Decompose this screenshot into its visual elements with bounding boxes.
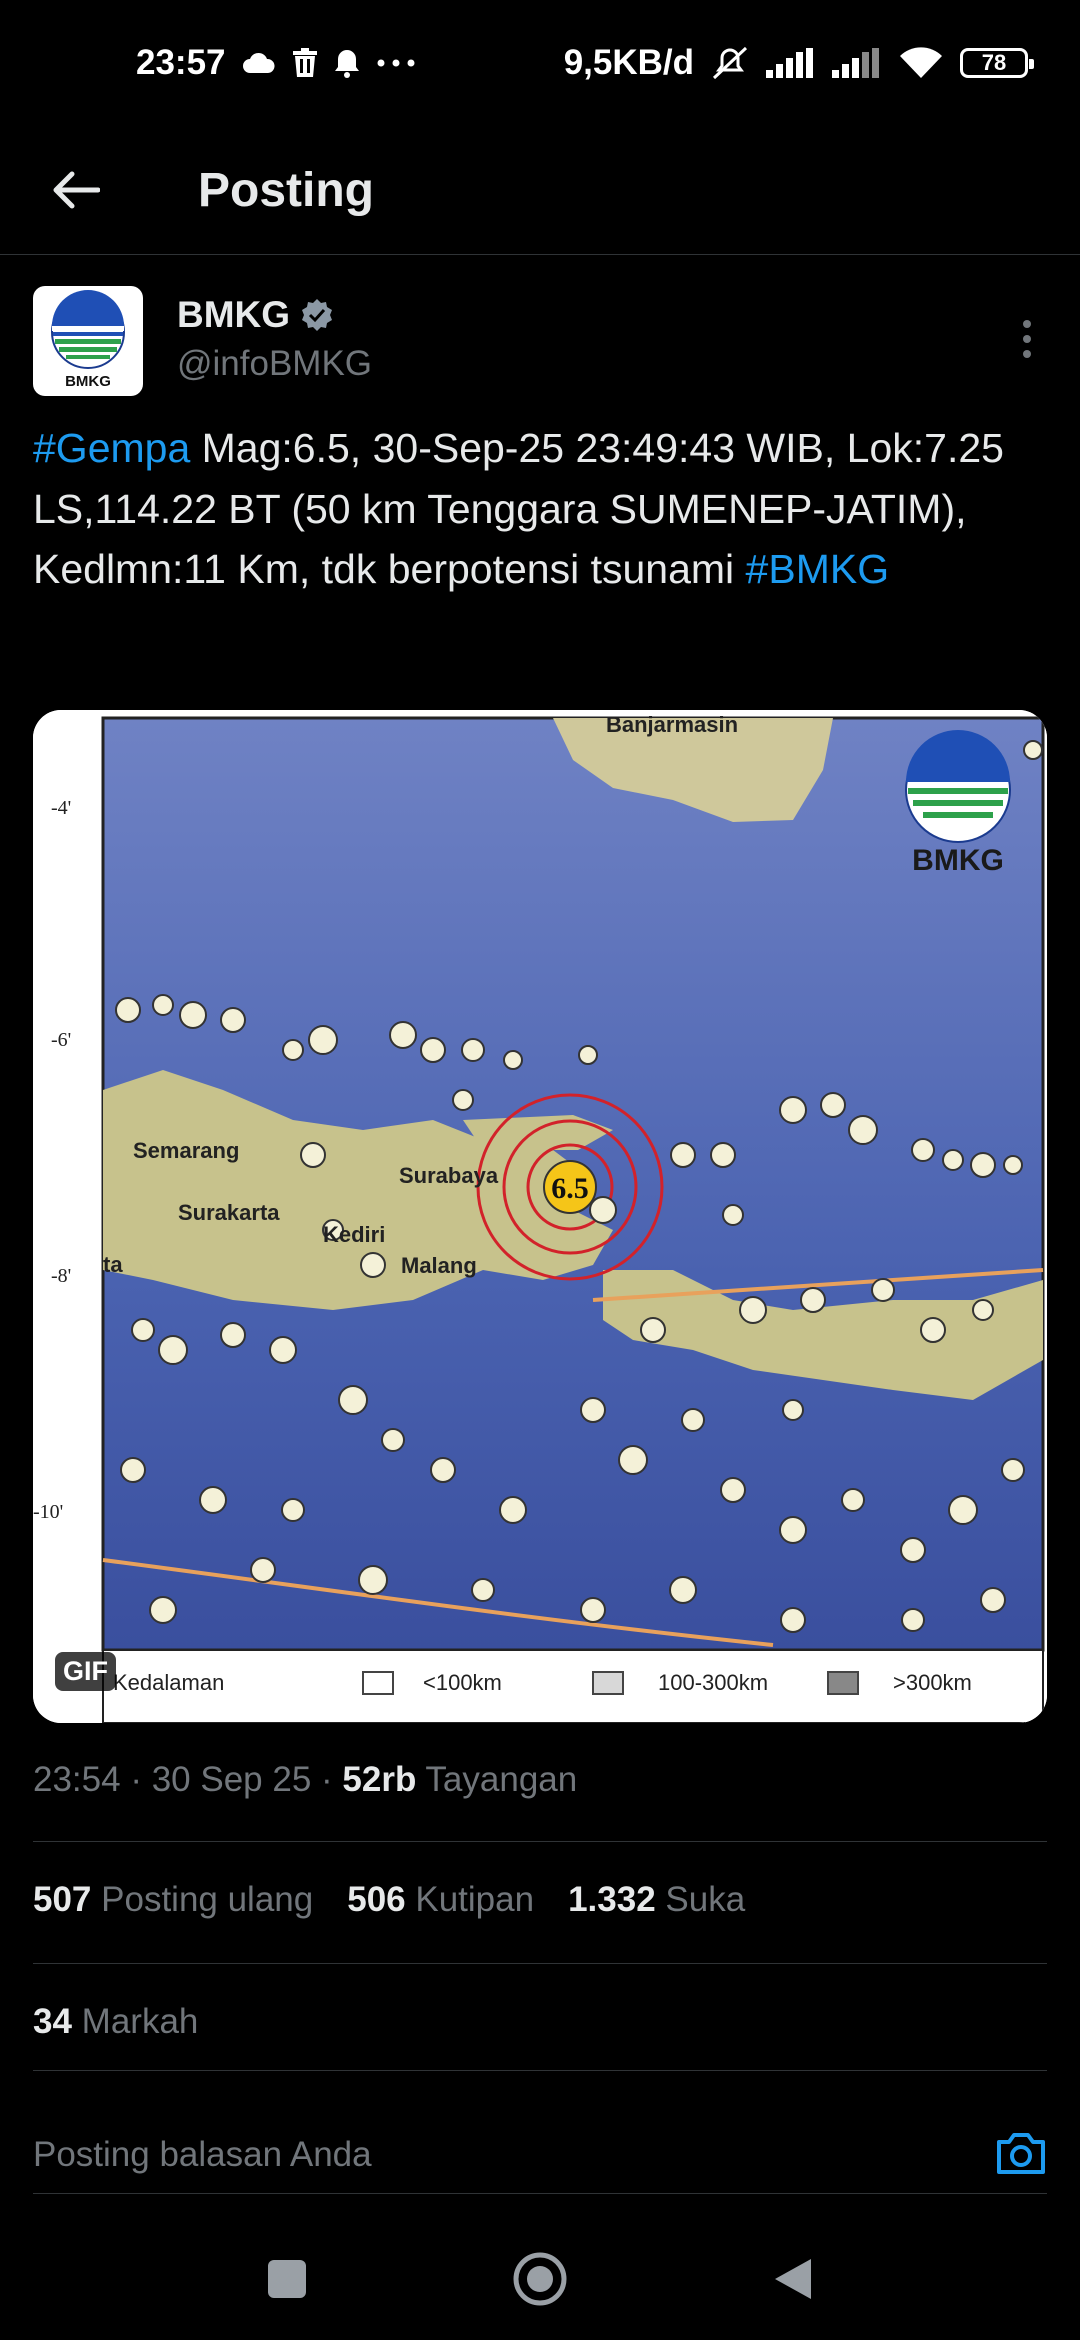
reply-input[interactable]: [33, 2135, 933, 2175]
city-label-surabaya: Surabaya: [399, 1163, 499, 1188]
top-app-bar: Posting: [0, 126, 1080, 255]
bmkg-logo: BMKG: [905, 730, 1011, 877]
map-logo-text: BMKG: [912, 844, 1004, 877]
status-time: 23:57: [136, 43, 226, 82]
quotes-count: 506: [347, 1880, 406, 1919]
cloud-icon: [242, 52, 276, 74]
arrow-left-icon: [53, 171, 100, 209]
bookmarks-stat[interactable]: 34 Markah: [33, 2002, 198, 2042]
reply-bar: [33, 2115, 1047, 2195]
more-dots-icon: [376, 58, 416, 68]
wifi-icon: [898, 46, 944, 80]
author-name[interactable]: BMKG: [177, 294, 334, 336]
home-button[interactable]: [500, 2239, 580, 2319]
divider: [33, 1963, 1047, 1964]
recents-square-icon: [267, 2260, 306, 2298]
bookmarks-count: 34: [33, 2002, 72, 2041]
post-author: BMKG BMKG @infoBMKG: [33, 286, 1047, 398]
mute-icon: [710, 46, 750, 80]
post-media[interactable]: 6.5 Semarang Surakarta Kediri Surabaya M…: [33, 710, 1047, 1723]
recents-button[interactable]: [247, 2239, 327, 2319]
bell-icon: [334, 48, 360, 78]
page-title: Posting: [198, 163, 374, 217]
more-options-button[interactable]: [1007, 308, 1047, 370]
likes-label: Suka: [655, 1880, 746, 1919]
city-label-edge: ta: [103, 1252, 123, 1277]
trash-icon: [292, 48, 318, 78]
post-text: #Gempa Mag:6.5, 30-Sep-25 23:49:43 WIB, …: [33, 418, 1043, 600]
back-triangle-icon: [775, 2259, 812, 2299]
more-vertical-icon: [1023, 320, 1031, 358]
author-handle[interactable]: @infoBMKG: [177, 344, 372, 384]
reposts-label: Posting ulang: [91, 1880, 314, 1919]
avatar[interactable]: BMKG: [33, 286, 143, 396]
reposts-count: 507: [33, 1880, 92, 1919]
avatar-label: BMKG: [65, 373, 111, 390]
earthquake-map: 6.5 Semarang Surakarta Kediri Surabaya M…: [33, 710, 1047, 1723]
likes-stat[interactable]: 1.332 Suka: [568, 1880, 745, 1920]
legend-item-mid: 100-300km: [658, 1670, 768, 1695]
legend-item-shallow: <100km: [423, 1670, 502, 1695]
gif-badge: GIF: [55, 1652, 116, 1691]
divider: [33, 1841, 1047, 1842]
meta-separator: ·: [120, 1760, 152, 1799]
divider: [33, 2070, 1047, 2071]
likes-count: 1.332: [568, 1880, 656, 1919]
back-button[interactable]: [36, 150, 116, 230]
lat-label-8: -8': [51, 1265, 71, 1287]
signal-icon: [766, 48, 816, 78]
hashtag-gempa[interactable]: #Gempa: [33, 425, 190, 471]
system-nav-bar: [0, 2218, 1080, 2340]
lat-label-6: -6': [51, 1029, 71, 1051]
battery-indicator: 78: [960, 48, 1034, 78]
post-meta: 23:54 · 30 Sep 25 · 52rb Tayangan: [33, 1760, 577, 1800]
signal-icon: [832, 48, 882, 78]
camera-icon[interactable]: [995, 2130, 1047, 2181]
city-label-kediri: Kediri: [323, 1222, 385, 1247]
back-nav-button[interactable]: [753, 2239, 833, 2319]
network-speed: 9,5KB/d: [563, 43, 694, 82]
home-circle-icon: [513, 2252, 567, 2306]
meta-separator: ·: [311, 1760, 343, 1799]
quotes-label: Kutipan: [405, 1880, 535, 1919]
divider: [33, 2193, 1047, 2194]
reposts-stat[interactable]: 507 Posting ulang: [33, 1880, 313, 1920]
status-bar: 23:57 9,5KB/d 78: [0, 0, 1080, 126]
post-time: 23:54: [33, 1760, 121, 1799]
lat-label-10: -10': [33, 1501, 63, 1523]
hashtag-bmkg[interactable]: #BMKG: [746, 546, 890, 592]
lat-label-4: -4': [51, 797, 71, 819]
city-label-surakarta: Surakarta: [178, 1200, 280, 1225]
city-label-banjarmasin: Banjarmasin: [606, 712, 738, 737]
author-name-text: BMKG: [177, 294, 291, 335]
bookmarks-label: Markah: [71, 2002, 199, 2041]
epicenter-magnitude: 6.5: [551, 1172, 589, 1205]
verified-badge-icon: [302, 299, 333, 331]
city-label-semarang: Semarang: [133, 1138, 239, 1163]
views-label: Tayangan: [416, 1760, 578, 1799]
legend-item-deep: >300km: [893, 1670, 972, 1695]
city-label-malang: Malang: [401, 1253, 477, 1278]
quotes-stat[interactable]: 506 Kutipan: [347, 1880, 534, 1920]
post-stats: 507 Posting ulang 506 Kutipan 1.332 Suka: [33, 1880, 745, 1920]
post-date: 30 Sep 25: [151, 1760, 312, 1799]
legend-title: Kedalaman: [113, 1670, 224, 1695]
views-count: 52rb: [342, 1760, 417, 1799]
